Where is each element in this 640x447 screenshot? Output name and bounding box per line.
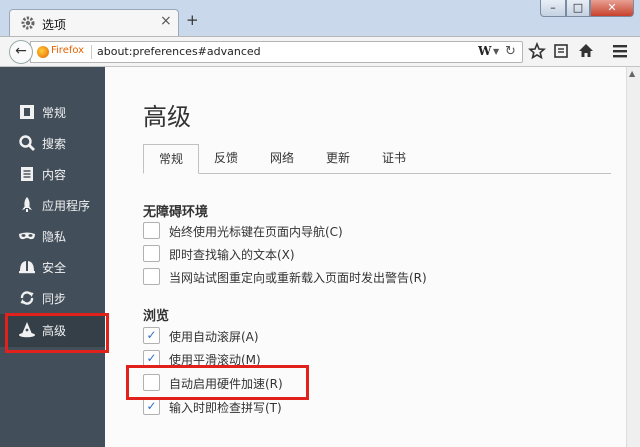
general-icon — [20, 105, 34, 119]
sidebar-item-label: 搜索 — [42, 137, 67, 151]
identity-label[interactable]: Firefox — [51, 45, 84, 56]
sidebar-item-sync[interactable]: 同步 — [0, 283, 105, 313]
tab-options[interactable]: 选项 × — [9, 9, 179, 37]
search-icon — [19, 135, 35, 151]
reading-list-icon[interactable] — [552, 42, 570, 60]
option-label: 当网站试图重定向或重新载入页面时发出警告(R) — [169, 271, 427, 285]
close-button[interactable]: ✕ — [590, 0, 634, 17]
sync-icon — [20, 291, 34, 305]
sidebar-item-label: 同步 — [42, 292, 67, 306]
option-label: 使用自动滚屏(A) — [169, 330, 259, 344]
sidebar-item-label: 安全 — [42, 261, 67, 275]
checkbox[interactable] — [143, 268, 160, 285]
section-title-browsing: 浏览 — [143, 309, 170, 324]
tab-general[interactable]: 常规 — [143, 144, 199, 174]
page-title: 高级 — [143, 103, 191, 131]
content-icon — [21, 167, 33, 181]
tab-update[interactable]: 更新 — [313, 144, 363, 172]
star-icon[interactable] — [528, 42, 546, 60]
sidebar: 常规 搜索 内容 应用程序 隐私 安全 同步 高级 — [0, 67, 105, 447]
tab-close-icon[interactable]: × — [160, 13, 172, 29]
tab-network[interactable]: 网络 — [257, 144, 307, 172]
helmet-icon — [19, 261, 35, 274]
checkbox[interactable] — [143, 222, 160, 239]
sidebar-item-security[interactable]: 安全 — [0, 252, 105, 282]
title-bar: 选项 × + – □ ✕ — [0, 0, 640, 37]
option-label: 即时查找输入的文本(X) — [169, 248, 295, 262]
tab-title: 选项 — [42, 18, 67, 32]
option-label: 输入时即检查拼写(T) — [169, 401, 282, 415]
reload-icon[interactable]: ↻ — [505, 44, 516, 59]
home-icon[interactable] — [577, 42, 595, 60]
scroll-up-arrow-icon[interactable]: ▲ — [629, 69, 635, 78]
highlight-box-sidebar — [5, 313, 109, 353]
sidebar-item-label: 隐私 — [42, 230, 67, 244]
sidebar-item-label: 内容 — [42, 168, 67, 182]
firefox-logo-icon — [37, 46, 49, 58]
maximize-button[interactable]: □ — [566, 0, 590, 17]
back-button[interactable]: ← — [9, 40, 33, 64]
url-bar[interactable]: Firefox about:preferences#advanced W ▼ ↻ — [30, 41, 523, 63]
rocket-icon — [22, 197, 32, 212]
checkbox[interactable]: ✓ — [143, 398, 160, 415]
preferences-page: 常规 搜索 内容 应用程序 隐私 安全 同步 高级 高级 常规 反馈 网络 更新… — [0, 67, 626, 447]
vertical-scrollbar[interactable]: ▲ — [626, 67, 640, 447]
url-separator — [91, 45, 92, 59]
window-controls: – □ ✕ — [540, 0, 634, 18]
checkbox[interactable]: ✓ — [143, 327, 160, 344]
tab-feedback[interactable]: 反馈 — [201, 144, 251, 172]
browser-window: 选项 × + – □ ✕ Firefox about:preferences#a… — [0, 0, 640, 447]
sidebar-item-label: 常规 — [42, 106, 67, 120]
url-text[interactable]: about:preferences#advanced — [97, 45, 261, 58]
sidebar-item-privacy[interactable]: 隐私 — [0, 221, 105, 251]
sidebar-item-applications[interactable]: 应用程序 — [0, 190, 105, 220]
gear-icon — [21, 16, 35, 30]
mask-icon — [19, 232, 35, 240]
highlight-box-hardware-acceleration — [126, 365, 309, 400]
sidebar-item-general[interactable]: 常规 — [0, 97, 105, 127]
sidebar-item-label: 应用程序 — [42, 199, 91, 213]
checkbox[interactable] — [143, 245, 160, 262]
sidebar-item-content[interactable]: 内容 — [0, 159, 105, 189]
section-title-accessibility: 无障碍环境 — [143, 205, 209, 220]
sidebar-item-search[interactable]: 搜索 — [0, 128, 105, 158]
wikipedia-search-icon[interactable]: W — [478, 44, 491, 58]
option-label: 始终使用光标键在页面内导航(C) — [169, 225, 343, 239]
new-tab-button[interactable]: + — [186, 13, 199, 28]
advanced-tabs: 常规 反馈 网络 更新 证书 — [143, 144, 611, 174]
tab-certificates[interactable]: 证书 — [369, 144, 419, 172]
menu-icon[interactable] — [611, 42, 629, 60]
dropdown-arrow-icon[interactable]: ▼ — [493, 47, 499, 56]
minimize-button[interactable]: – — [540, 0, 566, 17]
navigation-toolbar: Firefox about:preferences#advanced W ▼ ↻… — [0, 36, 640, 67]
